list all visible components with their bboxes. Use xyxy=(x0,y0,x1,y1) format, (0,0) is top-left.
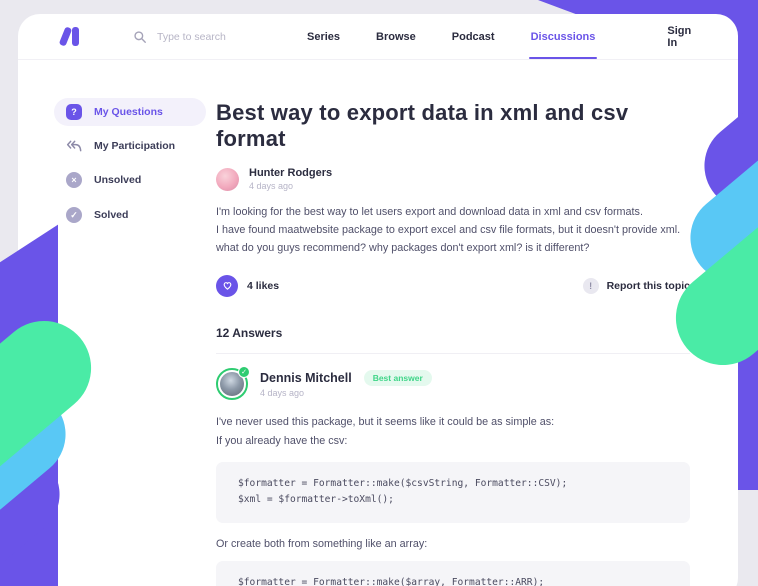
avatar[interactable]: ✓ xyxy=(216,368,248,400)
code-line: $formatter = Formatter::make($array, For… xyxy=(238,575,668,586)
question-icon: ? xyxy=(66,104,82,120)
logo-mark xyxy=(72,27,79,46)
heart-icon xyxy=(222,280,233,291)
like-count: 4 likes xyxy=(247,280,279,292)
report-label: Report this topic xyxy=(607,280,690,292)
sidebar-item-label: Unsolved xyxy=(94,174,141,186)
question-line: I have found maatwebsite package to expo… xyxy=(216,222,690,240)
search-input[interactable] xyxy=(157,31,307,43)
page: Series Browse Podcast Discussions Sign I… xyxy=(0,0,758,586)
main-content: Best way to export data in xml and csv f… xyxy=(216,100,690,586)
verified-check-icon: ✓ xyxy=(238,366,250,378)
code-line: $formatter = Formatter::make($csvString,… xyxy=(238,476,668,493)
answers-count: 12 Answers xyxy=(216,326,690,340)
answer-line: If you already have the csv: xyxy=(216,432,690,451)
check-circle-icon: ✓ xyxy=(66,207,82,223)
sidebar-item-label: My Questions xyxy=(94,106,163,118)
question-line: what do you guys recommend? why packages… xyxy=(216,240,690,258)
reply-icon xyxy=(66,139,82,153)
report-icon: ! xyxy=(583,278,599,294)
post-timestamp: 4 days ago xyxy=(249,181,332,191)
app-logo[interactable] xyxy=(62,27,79,46)
code-block[interactable]: $formatter = Formatter::make($array, For… xyxy=(216,561,690,586)
divider xyxy=(216,353,690,354)
logo-mark xyxy=(59,26,73,46)
answer-author-name[interactable]: Dennis Mitchell xyxy=(260,371,352,385)
sidebar-item-label: My Participation xyxy=(94,140,175,152)
avatar[interactable] xyxy=(216,168,239,191)
report-topic-button[interactable]: ! Report this topic xyxy=(583,278,690,294)
author-name[interactable]: Hunter Rodgers xyxy=(249,167,332,179)
question-author-row: Hunter Rodgers 4 days ago xyxy=(216,167,690,191)
answer-line: I've never used this package, but it see… xyxy=(216,413,690,432)
nav-link-series[interactable]: Series xyxy=(307,31,340,43)
sidebar-item-label: Solved xyxy=(94,209,128,221)
best-answer-badge: Best answer xyxy=(364,370,432,386)
search-box[interactable] xyxy=(133,30,307,44)
sidebar-item-my-participation[interactable]: My Participation xyxy=(54,133,206,159)
sign-in-button[interactable]: Sign In xyxy=(667,25,691,49)
question-actions: 4 likes ! Report this topic xyxy=(216,275,690,297)
cross-circle-icon: × xyxy=(66,172,82,188)
sidebar-item-solved[interactable]: ✓ Solved xyxy=(54,201,206,229)
sidebar-item-my-questions[interactable]: ? My Questions xyxy=(54,98,206,126)
question-body: I'm looking for the best way to let user… xyxy=(216,204,690,258)
answer-line: Or create both from something like an ar… xyxy=(216,538,690,550)
content-card: Series Browse Podcast Discussions Sign I… xyxy=(18,14,738,586)
sidebar: ? My Questions My Participation × Unsolv… xyxy=(54,98,206,236)
question-line: I'm looking for the best way to let user… xyxy=(216,204,690,222)
answer-body: I've never used this package, but it see… xyxy=(216,413,690,451)
navbar: Series Browse Podcast Discussions Sign I… xyxy=(18,14,738,60)
search-icon xyxy=(133,30,147,44)
answer-timestamp: 4 days ago xyxy=(260,388,432,398)
sidebar-item-unsolved[interactable]: × Unsolved xyxy=(54,166,206,194)
nav-link-discussions[interactable]: Discussions xyxy=(531,31,596,43)
answer-author-row: ✓ Dennis Mitchell Best answer 4 days ago xyxy=(216,368,690,400)
code-block[interactable]: $formatter = Formatter::make($csvString,… xyxy=(216,462,690,524)
nav-link-podcast[interactable]: Podcast xyxy=(452,31,495,43)
like-group: 4 likes xyxy=(216,275,279,297)
question-title: Best way to export data in xml and csv f… xyxy=(216,100,690,152)
like-button[interactable] xyxy=(216,275,238,297)
code-line: $xml = $formatter->toXml(); xyxy=(238,492,668,509)
best-answer: ✓ Dennis Mitchell Best answer 4 days ago… xyxy=(216,368,690,586)
nav-link-browse[interactable]: Browse xyxy=(376,31,416,43)
nav-links: Series Browse Podcast Discussions xyxy=(307,31,595,43)
